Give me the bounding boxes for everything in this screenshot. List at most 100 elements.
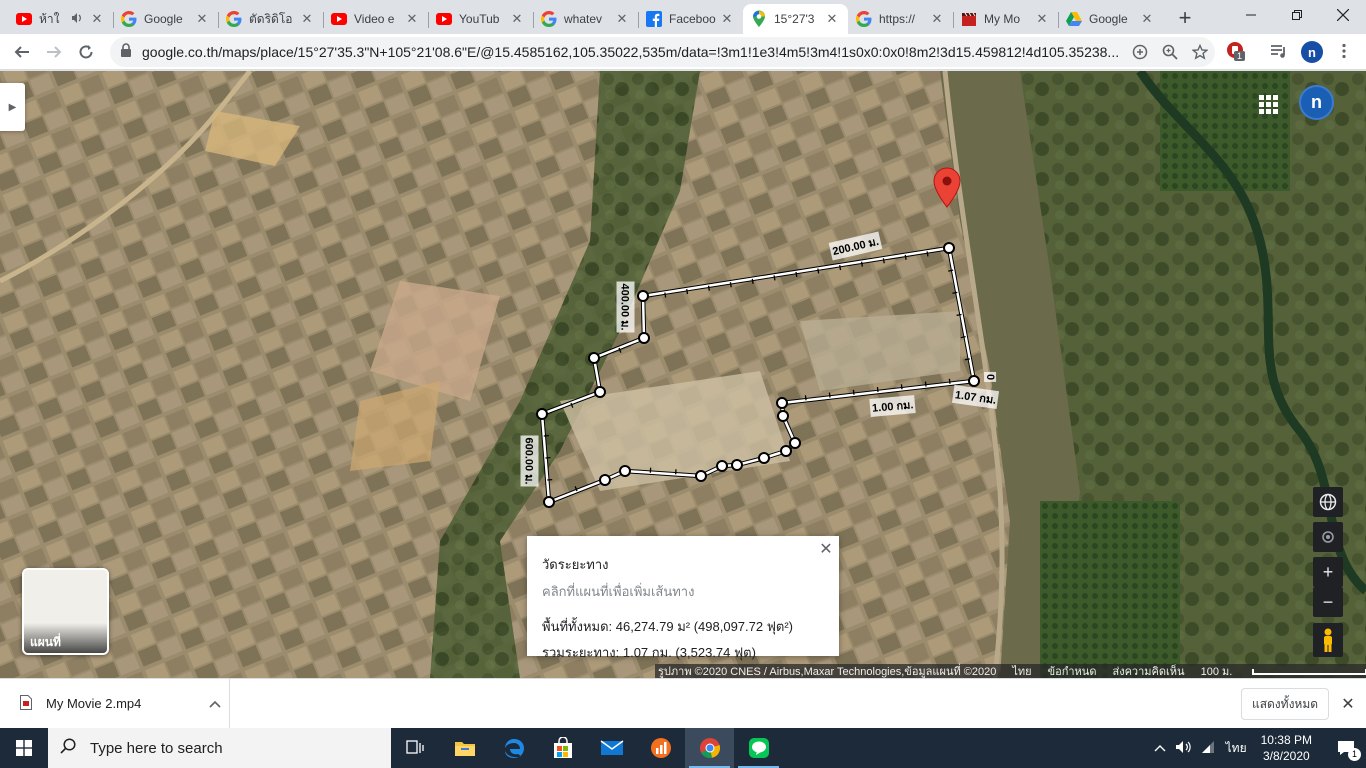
taskbar-search[interactable]: Type here to search (48, 728, 391, 768)
tab-5[interactable]: whatev ✕ (533, 4, 638, 34)
close-tab-icon[interactable]: ✕ (929, 11, 945, 27)
measure-vertex[interactable] (536, 408, 548, 420)
close-measure-icon[interactable]: ✕ (817, 539, 835, 558)
layer-switcher[interactable]: แผนที่ (22, 568, 109, 655)
notification-icon[interactable]: 1 (1326, 728, 1366, 768)
measure-vertex[interactable] (588, 352, 600, 364)
zoom-icon[interactable] (1155, 44, 1185, 60)
measure-vertex[interactable] (638, 332, 650, 344)
download-item[interactable]: My Movie 2.mp4 (0, 678, 230, 729)
wifi-icon[interactable] (1196, 740, 1220, 757)
address-bar[interactable]: google.co.th/maps/place/15°27'35.3"N+105… (110, 37, 1215, 67)
measure-vertex[interactable] (695, 470, 707, 482)
tab-4[interactable]: YouTub ✕ (428, 4, 533, 34)
tab-6[interactable]: Faceboo ✕ (638, 4, 743, 34)
zoom-in-icon[interactable]: + (1313, 557, 1343, 587)
measure-tick (926, 251, 929, 257)
store-icon[interactable] (538, 728, 587, 768)
measure-tick (948, 378, 951, 384)
measure-vertex[interactable] (968, 375, 980, 387)
pegman-icon[interactable] (1313, 623, 1343, 657)
measure-vertex[interactable] (731, 459, 743, 471)
tab-title: My Mo (984, 12, 1020, 26)
language-link[interactable]: ไทย (1012, 662, 1031, 678)
measure-vertex[interactable] (943, 242, 955, 254)
measure-vertex[interactable] (637, 290, 649, 302)
office-app-icon[interactable] (636, 728, 685, 768)
bookmark-star-icon[interactable] (1185, 44, 1215, 60)
tab-9[interactable]: My Mo ✕ (953, 4, 1058, 34)
measure-vertex[interactable] (776, 397, 788, 409)
tab-3[interactable]: Video e ✕ (323, 4, 428, 34)
close-tab-icon[interactable]: ✕ (194, 11, 210, 27)
close-tab-icon[interactable]: ✕ (299, 11, 315, 27)
close-tab-icon[interactable]: ✕ (509, 11, 525, 27)
tab-2[interactable]: ตัดริดิโอ ✕ (218, 4, 323, 34)
tab-7[interactable]: 15°27'3 ✕ (743, 4, 848, 34)
close-tab-icon[interactable]: ✕ (1139, 11, 1155, 27)
scale-label: 100 ม. (1201, 662, 1366, 678)
measure-vertex[interactable] (716, 460, 728, 472)
forward-icon[interactable] (38, 36, 70, 68)
windows-taskbar: Type here to search ไทย 10:38 PM 3/8/202… (0, 728, 1366, 768)
edge-browser-icon[interactable] (489, 728, 538, 768)
zoom-out-icon[interactable]: − (1313, 587, 1343, 617)
profile-avatar[interactable]: n (1301, 41, 1323, 63)
tab-10[interactable]: Google ✕ (1058, 4, 1163, 34)
terms-link[interactable]: ข้อกำหนด (1048, 662, 1097, 678)
close-tab-icon[interactable]: ✕ (824, 11, 840, 27)
tab-8[interactable]: https:// ✕ (848, 4, 953, 34)
audio-playing-icon[interactable] (71, 12, 85, 27)
restore-icon[interactable] (1274, 0, 1320, 30)
measure-vertex[interactable] (758, 452, 770, 464)
measure-vertex[interactable] (543, 496, 555, 508)
tab-1[interactable]: Google ✕ (113, 4, 218, 34)
measure-vertex[interactable] (599, 474, 611, 486)
line-app-icon[interactable] (734, 728, 783, 768)
measure-vertex[interactable] (619, 465, 631, 477)
close-tab-icon[interactable]: ✕ (614, 11, 630, 27)
measure-tick (904, 254, 907, 260)
close-tab-icon[interactable]: ✕ (1034, 11, 1050, 27)
close-tab-icon[interactable]: ✕ (719, 11, 735, 27)
feedback-link[interactable]: ส่งความคิดเห็น (1112, 662, 1184, 678)
minimize-icon[interactable] (1228, 0, 1274, 30)
measure-vertex[interactable] (780, 445, 792, 457)
close-shelf-icon[interactable]: ✕ (1338, 694, 1358, 714)
google-apps-icon[interactable] (1254, 90, 1282, 118)
volume-icon[interactable] (1172, 740, 1196, 757)
windows-start-icon[interactable] (0, 728, 48, 768)
tab-title: whatev (564, 12, 603, 26)
chevron-up-tray-icon[interactable] (1148, 741, 1172, 755)
side-panel-toggle[interactable]: ▶ (0, 83, 25, 131)
file-explorer-icon[interactable] (440, 728, 489, 768)
close-tab-icon[interactable]: ✕ (89, 11, 105, 27)
reload-icon[interactable] (70, 36, 102, 68)
task-view-icon[interactable] (391, 728, 440, 768)
chevron-up-icon[interactable] (201, 696, 229, 711)
back-icon[interactable] (6, 36, 38, 68)
measure-vertex[interactable] (777, 410, 789, 422)
chrome-menu-icon[interactable] (1336, 43, 1352, 64)
show-all-downloads-button[interactable]: แสดงทั้งหมด (1241, 688, 1329, 720)
location-pin-icon[interactable] (932, 167, 962, 214)
tab-0[interactable]: ห้าใ ✕ (8, 4, 113, 34)
add-location-icon[interactable] (1125, 44, 1155, 60)
mail-icon[interactable] (587, 728, 636, 768)
satellite-map[interactable]: 200.00 ม. 400.00 ม. 600.00 ม. 0 1.00 กม.… (0, 71, 1366, 678)
globe-view-icon[interactable] (1313, 487, 1343, 517)
my-location-icon[interactable] (1313, 522, 1343, 552)
media-control-icon[interactable] (1270, 43, 1288, 64)
input-language[interactable]: ไทย (1226, 739, 1247, 758)
clock[interactable]: 10:38 PM 3/8/2020 (1261, 732, 1312, 764)
chrome-taskbar-icon[interactable] (685, 728, 734, 768)
tab-title: https:// (879, 12, 916, 26)
account-avatar[interactable]: n (1299, 85, 1334, 120)
measure-vertex[interactable] (789, 437, 801, 449)
new-tab-button[interactable]: + (1171, 4, 1199, 32)
tab-title: Google (144, 12, 183, 26)
close-tab-icon[interactable]: ✕ (404, 11, 420, 27)
extension-icon[interactable]: 1 (1226, 41, 1246, 64)
measure-vertex[interactable] (594, 386, 606, 398)
close-window-icon[interactable] (1320, 0, 1366, 30)
